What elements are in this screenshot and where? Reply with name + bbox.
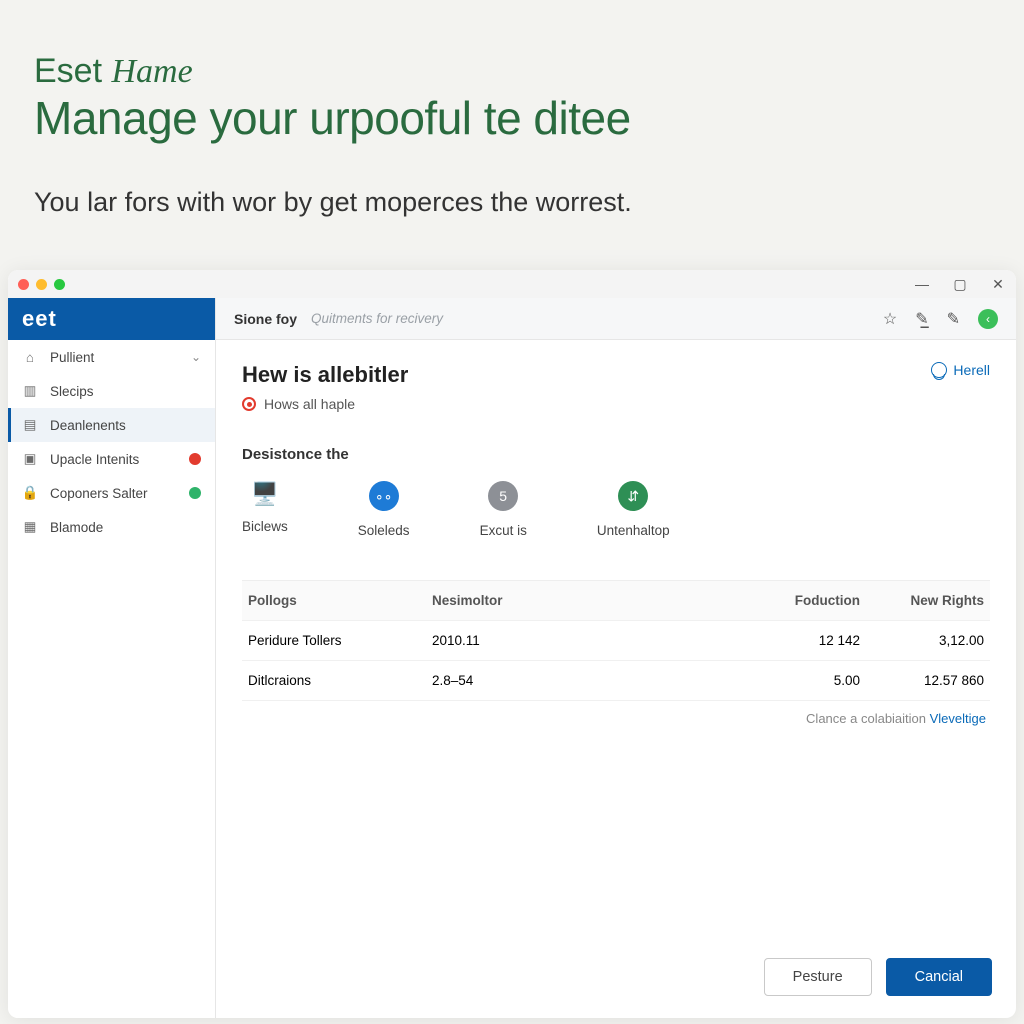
- col-header[interactable]: Foduction: [730, 593, 860, 608]
- sidebar-item-label: Deanlenents: [50, 418, 126, 433]
- sidebar-item-blamode[interactable]: ▦ Blamode: [8, 510, 215, 544]
- window-titlebar: — ▢ ✕: [8, 270, 1016, 298]
- hero-title: Manage your urpooful te ditee: [34, 91, 990, 145]
- window-close-dot[interactable]: [18, 279, 29, 290]
- table-row[interactable]: Ditlcraions 2.8–54 5.00 12.57 860: [242, 661, 990, 701]
- window-maximize-button[interactable]: ▢: [952, 276, 968, 293]
- table-footer-text: Clance a colabiaition: [806, 711, 930, 726]
- hero-tagline: You lar fors with wor by get moperces th…: [34, 187, 990, 218]
- briefcase-icon: ▣: [22, 451, 38, 467]
- col-header[interactable]: New Rights: [860, 593, 990, 608]
- table-footer: Clance a colabiaition Vleveltige: [242, 701, 990, 726]
- sidebar-item-label: Pullient: [50, 350, 94, 365]
- table-row[interactable]: Peridure Tollers 2010.11 12 142 3,12.00: [242, 621, 990, 661]
- star-icon[interactable]: ☆: [883, 309, 897, 329]
- col-header[interactable]: Pollogs: [242, 593, 432, 608]
- window-close-button[interactable]: ✕: [990, 276, 1006, 293]
- document-icon: ▤: [22, 417, 38, 433]
- sidebar-brand: eet: [8, 298, 215, 340]
- dialog-footer: Pesture Cancial: [216, 940, 1016, 1018]
- nodes-icon: ∘∘: [369, 481, 399, 511]
- window-minimize-dot[interactable]: [36, 279, 47, 290]
- main-panel: Sione foy Quitments for recivery ☆ ✎̲ ✎ …: [216, 298, 1016, 1018]
- check-circle-icon[interactable]: ‹: [978, 309, 998, 329]
- status-badge-alert: [189, 453, 201, 465]
- tile-untenhaltop[interactable]: ⇵ Untenhaltop: [597, 481, 670, 538]
- action-tiles: 🖥️ Biclews ∘∘ Soleleds 5 Excut is ⇵ Unte…: [242, 481, 990, 538]
- tab-active[interactable]: Sione foy: [234, 311, 297, 327]
- lock-icon: 🔒: [22, 485, 38, 501]
- sidebar-item-label: Upacle Intenits: [50, 452, 139, 467]
- cell: Peridure Tollers: [242, 633, 432, 648]
- hero-brand-main: Eset: [34, 52, 102, 90]
- page-subheading: Hows all haple: [242, 396, 408, 412]
- panel-icon: ▦: [22, 519, 38, 535]
- sidebar-item-pullient[interactable]: ⌂ Pullient ⌄: [8, 340, 215, 374]
- tile-excut-is[interactable]: 5 Excut is: [480, 481, 527, 538]
- sidebar-item-deanlenents[interactable]: ▤ Deanlenents: [8, 408, 215, 442]
- target-icon: [242, 397, 256, 411]
- cell: 12 142: [730, 633, 860, 648]
- section-label: Desistonce the: [242, 446, 990, 463]
- tile-label: Excut is: [480, 523, 527, 538]
- graph-icon[interactable]: ✎̲: [915, 309, 928, 329]
- status-badge-ok: [189, 487, 201, 499]
- cell: Ditlcraions: [242, 673, 432, 688]
- sidebar-item-upacle-intenits[interactable]: ▣ Upacle Intenits: [8, 442, 215, 476]
- table-header-row: Pollogs Nesimoltor Foduction New Rights: [242, 581, 990, 621]
- table-footer-link[interactable]: Vleveltige: [930, 711, 986, 726]
- tab-secondary[interactable]: Quitments for recivery: [311, 311, 443, 326]
- window-minimize-button[interactable]: —: [914, 276, 930, 293]
- secondary-button[interactable]: Pesture: [764, 958, 872, 996]
- module-icon: 🖥️: [251, 481, 278, 507]
- data-table: Pollogs Nesimoltor Foduction New Rights …: [242, 580, 990, 726]
- sidebar-item-coponers-salter[interactable]: 🔒 Coponers Salter: [8, 476, 215, 510]
- sidebar-item-label: Blamode: [50, 520, 103, 535]
- tile-label: Soleleds: [358, 523, 410, 538]
- primary-button[interactable]: Cancial: [886, 958, 992, 996]
- sidebar-item-label: Slecips: [50, 384, 94, 399]
- sidebar-item-slecips[interactable]: ▥ Slecips: [8, 374, 215, 408]
- top-link-label: Herell: [953, 362, 990, 378]
- cell: 5.00: [730, 673, 860, 688]
- user-icon: [931, 362, 947, 378]
- tabbar: Sione foy Quitments for recivery ☆ ✎̲ ✎ …: [216, 298, 1016, 340]
- chevron-down-icon: ⌄: [191, 350, 201, 364]
- cell: 3,12.00: [860, 633, 990, 648]
- hero-brand-sub: Hame: [112, 53, 193, 90]
- badge-number-icon: 5: [488, 481, 518, 511]
- window-zoom-dot[interactable]: [54, 279, 65, 290]
- tile-label: Biclews: [242, 519, 288, 534]
- sidebar: eet ⌂ Pullient ⌄ ▥ Slecips ▤ Deanlenents…: [8, 298, 216, 1018]
- edit-icon[interactable]: ✎: [947, 309, 960, 329]
- cell: 12.57 860: [860, 673, 990, 688]
- top-link-herell[interactable]: Herell: [931, 362, 990, 378]
- sidebar-item-label: Coponers Salter: [50, 486, 148, 501]
- cell: 2.8–54: [432, 673, 730, 688]
- page-heading: Hew is allebitler: [242, 362, 408, 388]
- hero-brand: Eset Hame: [34, 52, 990, 91]
- stack-icon: ▥: [22, 383, 38, 399]
- app-window: — ▢ ✕ eet ⌂ Pullient ⌄ ▥ Slecips ▤ Dean: [8, 270, 1016, 1018]
- tile-biclews[interactable]: 🖥️ Biclews: [242, 481, 288, 538]
- sidebar-nav: ⌂ Pullient ⌄ ▥ Slecips ▤ Deanlenents ▣ U…: [8, 340, 215, 544]
- window-traffic-lights: [18, 279, 65, 290]
- col-header[interactable]: Nesimoltor: [432, 593, 730, 608]
- tile-soleleds[interactable]: ∘∘ Soleleds: [358, 481, 410, 538]
- subheading-text: Hows all haple: [264, 396, 355, 412]
- tile-label: Untenhaltop: [597, 523, 670, 538]
- home-icon: ⌂: [22, 350, 38, 365]
- arrows-icon: ⇵: [618, 481, 648, 511]
- cell: 2010.11: [432, 633, 730, 648]
